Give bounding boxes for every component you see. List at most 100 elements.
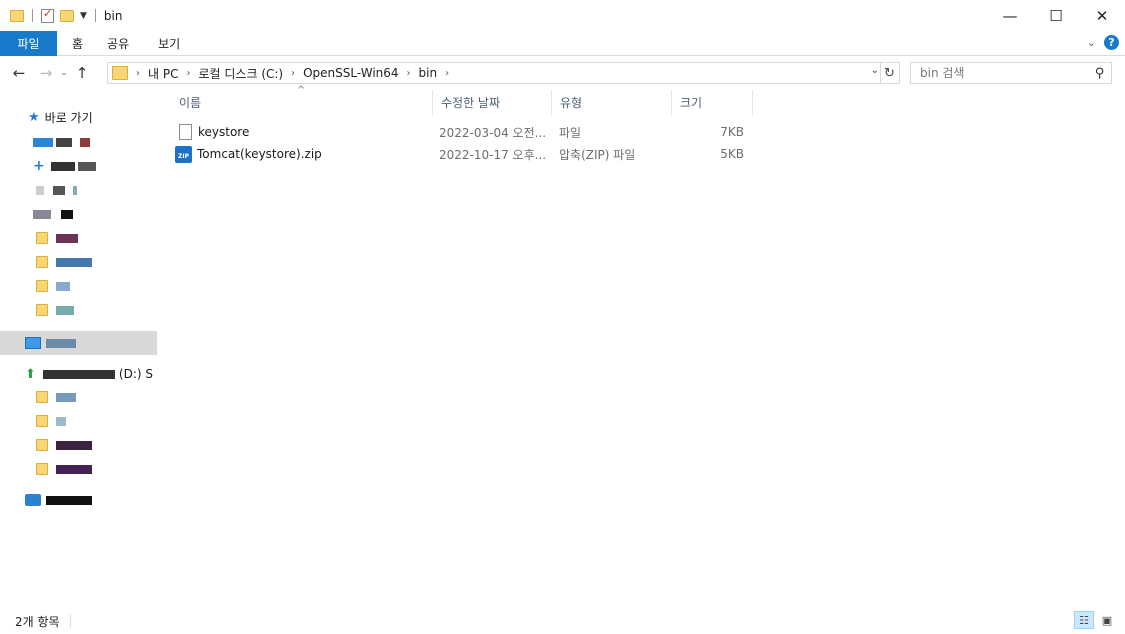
customize-toolbar-icon[interactable]: ▼: [80, 11, 87, 21]
ribbon: 파일 홈 공유 보기 ⌄ ?: [0, 30, 1125, 56]
redacted-block: [56, 440, 92, 450]
breadcrumb-local-disk[interactable]: 로컬 디스크 (C:): [198, 65, 283, 82]
file-name[interactable]: Tomcat(keystore).zip: [197, 147, 322, 161]
close-button[interactable]: ✕: [1079, 0, 1125, 31]
redacted-block: [56, 416, 66, 426]
large-icons-view-icon[interactable]: ▣: [1097, 611, 1117, 629]
chevron-right-icon[interactable]: ›: [445, 68, 449, 79]
tab-view[interactable]: 보기: [143, 31, 194, 56]
breadcrumb: › 내 PC › 로컬 디스크 (C:) › OpenSSL-Win64 › b…: [128, 65, 457, 82]
file-size: 5KB: [720, 147, 744, 161]
new-folder-icon[interactable]: [60, 9, 74, 22]
address-bar[interactable]: › 내 PC › 로컬 디스크 (C:) › OpenSSL-Win64 › b…: [107, 62, 881, 84]
recent-locations-button[interactable]: ⌄: [57, 68, 71, 78]
quick-access-toolbar: ▼: [0, 7, 98, 23]
nav-this-pc[interactable]: [25, 331, 76, 355]
nav-folder-item[interactable]: [36, 457, 92, 481]
column-type[interactable]: 유형: [552, 90, 672, 115]
file-type: 압축(ZIP) 파일: [559, 147, 636, 162]
nav-selected-row[interactable]: [0, 331, 157, 355]
chevron-right-icon[interactable]: ›: [186, 68, 190, 79]
chevron-right-icon[interactable]: ›: [407, 68, 411, 79]
up-button[interactable]: ↑: [71, 64, 93, 82]
nav-drive-d[interactable]: ⬆ (D:) S: [25, 362, 153, 386]
redacted-block: [56, 464, 92, 474]
column-name[interactable]: 이름 ^: [171, 85, 433, 115]
redacted-block: [33, 209, 51, 219]
file-name-cell[interactable]: ZIP Tomcat(keystore).zip: [175, 145, 433, 163]
table-row[interactable]: keystore 2022-03-04 오전... 파일 7KB: [175, 121, 744, 143]
tab-share[interactable]: 공유: [97, 31, 143, 56]
sort-ascending-icon: ^: [297, 85, 306, 96]
refresh-button[interactable]: ↻: [880, 62, 900, 84]
nav-pinned-item[interactable]: 📌: [36, 178, 77, 202]
nav-folder-item[interactable]: [36, 250, 92, 274]
folder-icon: [36, 256, 48, 268]
search-box[interactable]: ⚲: [910, 62, 1112, 84]
nav-folder-item[interactable]: [36, 433, 92, 457]
details-view-icon[interactable]: ☷: [1074, 611, 1094, 629]
table-row[interactable]: ZIP Tomcat(keystore).zip 2022-10-17 오후..…: [175, 143, 744, 165]
star-icon: ★: [28, 109, 40, 125]
tab-file[interactable]: 파일: [0, 30, 57, 56]
column-date[interactable]: 수정한 날짜: [433, 90, 552, 115]
nav-folder-item[interactable]: [36, 226, 78, 250]
address-dropdown-icon[interactable]: ⌄: [871, 65, 879, 76]
forward-button[interactable]: →: [35, 64, 57, 82]
tab-home[interactable]: 홈: [57, 31, 97, 56]
breadcrumb-openssl[interactable]: OpenSSL-Win64: [303, 66, 398, 80]
help-icon[interactable]: ?: [1104, 35, 1119, 50]
computer-icon: [25, 337, 41, 349]
view-switcher: ☷ ▣: [1074, 611, 1117, 629]
column-name-label: 이름: [179, 96, 202, 110]
file-name[interactable]: keystore: [198, 125, 249, 139]
file-type: 파일: [559, 125, 582, 140]
window-title: bin: [103, 8, 123, 23]
nav-pinned-item[interactable]: 📌: [33, 202, 73, 226]
redacted-block: [42, 369, 115, 379]
file-name-cell[interactable]: keystore: [175, 124, 433, 140]
status-bar: 2개 항목 ☷ ▣: [0, 608, 1125, 634]
expand-ribbon-icon[interactable]: ⌄: [1087, 36, 1096, 49]
column-type-label: 유형: [560, 96, 583, 110]
folder-icon: [10, 9, 24, 22]
nav-quick-access[interactable]: ★ 바로 가기: [28, 105, 93, 129]
divider: [94, 9, 96, 22]
navigation-pane[interactable]: ★ 바로 가기 📌 + 📌 📌 📌: [0, 95, 157, 600]
breadcrumb-this-pc[interactable]: 내 PC: [148, 65, 178, 82]
maximize-button[interactable]: ☐: [1033, 0, 1079, 31]
properties-icon[interactable]: [41, 7, 54, 23]
nav-folder-item[interactable]: [36, 409, 66, 433]
nav-pinned-item[interactable]: 📌: [33, 130, 90, 154]
search-input[interactable]: [920, 66, 1085, 80]
redacted-block: [50, 161, 75, 171]
redacted-block: [73, 185, 77, 195]
nav-network[interactable]: [25, 488, 92, 512]
nav-pinned-item[interactable]: + 📌: [33, 154, 96, 178]
search-icon[interactable]: ⚲: [1095, 66, 1105, 81]
folder-icon: [36, 391, 48, 403]
nav-folder-item[interactable]: [36, 298, 74, 322]
redacted-block: [56, 137, 72, 147]
redacted-block: [53, 185, 65, 195]
folder-icon: [36, 463, 48, 475]
breadcrumb-bin[interactable]: bin: [419, 66, 438, 80]
back-button[interactable]: ←: [8, 64, 30, 82]
redacted-block: [56, 257, 92, 267]
redacted-block: [56, 281, 70, 291]
network-icon: [25, 494, 41, 506]
network-drive-icon: ⬆: [25, 366, 36, 382]
document-icon: [179, 124, 192, 140]
file-date: 2022-10-17 오후...: [439, 147, 547, 162]
nav-folder-item[interactable]: [36, 274, 70, 298]
ribbon-controls: ⌄ ?: [1087, 35, 1119, 50]
nav-folder-item[interactable]: [36, 385, 76, 409]
chevron-right-icon[interactable]: ›: [136, 68, 140, 79]
column-size[interactable]: 크기: [672, 90, 753, 115]
redacted-block: [46, 495, 92, 505]
minimize-button[interactable]: —: [987, 0, 1033, 31]
chevron-right-icon[interactable]: ›: [291, 68, 295, 79]
download-icon: +: [33, 158, 45, 174]
folder-icon: [36, 232, 48, 244]
address-row: ← → ⌄ ↑ › 내 PC › 로컬 디스크 (C:) › OpenSSL-W…: [0, 57, 1125, 89]
